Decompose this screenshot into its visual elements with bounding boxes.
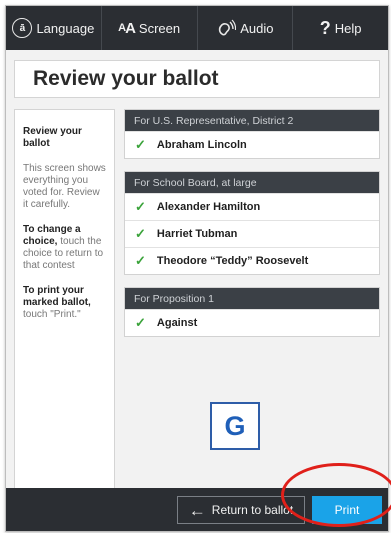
choice-item[interactable]: ✓ Alexander Hamilton xyxy=(125,193,379,220)
contest-title: For School Board, at large xyxy=(125,172,379,193)
choice-item[interactable]: ✓ Theodore “Teddy” Roosevelt xyxy=(125,247,379,274)
help-button[interactable]: ? Help xyxy=(293,6,388,50)
choice-item[interactable]: ✓ Against xyxy=(125,309,379,336)
help-icon: ? xyxy=(319,17,331,38)
language-button[interactable]: ā Language xyxy=(6,6,102,50)
print-button[interactable]: Print xyxy=(312,496,382,524)
audio-label: Audio xyxy=(240,20,274,36)
page-title: Review your ballot xyxy=(14,60,380,98)
bottom-toolbar: ← Return to ballot Print xyxy=(6,488,388,531)
ballot-screen: ā Language AA Screen Audio ? Help Review… xyxy=(5,5,389,532)
checkmark-icon: ✓ xyxy=(135,253,146,268)
instructions-heading: Review your ballot xyxy=(23,126,82,149)
checkmark-icon: ✓ xyxy=(135,137,146,152)
screen-button[interactable]: AA Screen xyxy=(102,6,198,50)
instructions-intro: This screen shows everything you voted f… xyxy=(23,163,106,210)
top-toolbar: ā Language AA Screen Audio ? Help xyxy=(6,6,388,50)
help-label: Help xyxy=(334,20,362,36)
choice-item[interactable]: ✓ Abraham Lincoln xyxy=(125,131,379,158)
checkmark-icon: ✓ xyxy=(135,199,146,214)
contest-title: For U.S. Representative, District 2 xyxy=(125,110,379,131)
language-label: Language xyxy=(36,20,95,36)
checkmark-icon: ✓ xyxy=(135,226,146,241)
text-size-icon: AA xyxy=(118,19,136,37)
audio-icon xyxy=(216,19,237,37)
arrow-left-icon: ← xyxy=(188,500,206,520)
audio-button[interactable]: Audio xyxy=(198,6,294,50)
return-label: Return to ballot xyxy=(211,503,294,517)
contest-title: For Proposition 1 xyxy=(125,288,379,309)
return-to-ballot-button[interactable]: ← Return to ballot xyxy=(177,496,305,524)
screen-label: Screen xyxy=(138,20,181,36)
marker-label: G xyxy=(210,402,260,450)
checkmark-icon: ✓ xyxy=(135,315,146,330)
instructions-print: To print your marked ballot, touch "Prin… xyxy=(23,285,91,320)
contest-card[interactable]: For U.S. Representative, District 2 ✓ Abr… xyxy=(124,109,380,159)
choice-item[interactable]: ✓ Harriet Tubman xyxy=(125,220,379,247)
instructions-change: To change a choice, touch the choice to … xyxy=(23,224,104,271)
contest-card[interactable]: For School Board, at large ✓ Alexander Ha… xyxy=(124,171,380,275)
language-icon: ā xyxy=(12,18,33,38)
instructions-panel: Review your ballot This screen shows eve… xyxy=(14,109,115,489)
contest-card[interactable]: For Proposition 1 ✓ Against xyxy=(124,287,380,337)
